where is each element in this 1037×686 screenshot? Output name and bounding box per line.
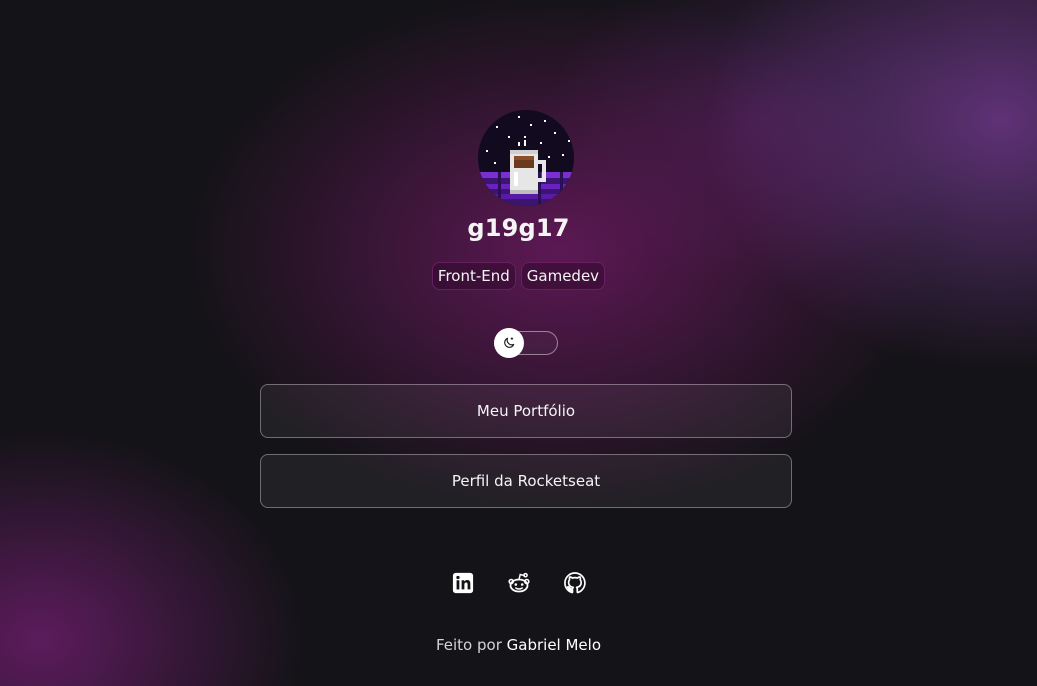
reddit-link[interactable]	[507, 570, 531, 596]
footer-credit: Feito por Gabriel Melo	[0, 636, 1037, 654]
linkedin-icon	[452, 572, 473, 594]
footer-prefix: Feito por	[435, 636, 502, 654]
reddit-icon	[507, 572, 530, 593]
page: g19g17 Front-End Gamedev Meu Portfólio P…	[0, 0, 1037, 686]
tag-front-end: Front-End	[431, 262, 516, 290]
moon-icon	[504, 337, 515, 348]
coffee-mug-pixel-art	[478, 110, 574, 206]
linkedin-link[interactable]	[451, 570, 475, 596]
tag-list: Front-End Gamedev	[0, 262, 1037, 290]
tag-gamedev: Gamedev	[520, 262, 606, 290]
rocketseat-profile-link-button[interactable]: Perfil da Rocketseat	[260, 454, 792, 508]
social-links	[0, 570, 1037, 596]
portfolio-link-button[interactable]: Meu Portfólio	[260, 384, 792, 438]
theme-toggle-switch[interactable]	[494, 328, 558, 358]
avatar	[478, 110, 574, 206]
theme-toggle-knob[interactable]	[494, 328, 524, 358]
github-link[interactable]	[563, 570, 587, 596]
author-link[interactable]: Gabriel Melo	[507, 636, 601, 654]
profile-username: g19g17	[467, 214, 570, 242]
github-icon	[563, 572, 586, 594]
